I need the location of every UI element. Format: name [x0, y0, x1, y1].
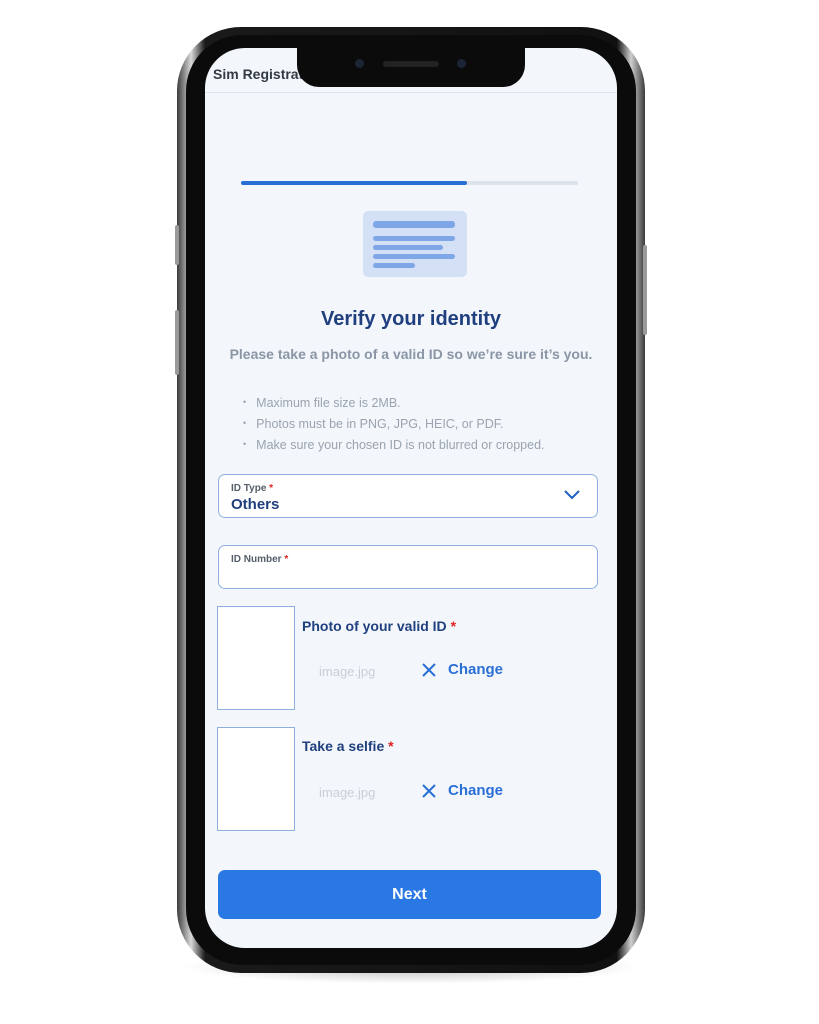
close-icon[interactable]	[421, 783, 437, 799]
requirement-item: Maximum file size is 2MB.	[243, 392, 545, 413]
id-photo-title: Photo of your valid ID	[302, 618, 447, 634]
id-card-icon	[363, 211, 467, 277]
app-title: Sim Registrat	[213, 66, 304, 82]
id-type-label: ID Type	[231, 483, 267, 494]
id-photo-filename: image.jpg	[319, 664, 376, 679]
page-subtitle: Please take a photo of a valid ID so we’…	[229, 346, 593, 362]
id-type-select[interactable]: ID Type * Others	[218, 474, 598, 518]
next-button[interactable]: Next	[218, 870, 601, 919]
progress-fill	[241, 181, 467, 185]
required-marker: *	[284, 554, 289, 565]
id-number-label: ID Number	[231, 554, 282, 565]
id-photo-thumbnail[interactable]	[217, 606, 295, 710]
id-number-field[interactable]: ID Number *	[218, 545, 598, 589]
volume-down-button	[175, 310, 179, 375]
requirement-item: Make sure your chosen ID is not blurred …	[243, 434, 544, 455]
header-divider	[205, 92, 617, 93]
progress-bar	[241, 181, 578, 185]
sensor-icon	[355, 59, 364, 68]
page-title: Verify your identity	[320, 308, 502, 330]
requirement-item: Photos must be in PNG, JPG, HEIC, or PDF…	[243, 413, 545, 434]
selfie-thumbnail[interactable]	[217, 727, 295, 831]
chevron-down-icon	[564, 490, 580, 500]
required-marker: *	[450, 618, 457, 634]
selfie-filename: image.jpg	[319, 785, 376, 800]
notch	[297, 48, 525, 87]
change-selfie-button[interactable]: Change	[448, 782, 503, 799]
close-icon[interactable]	[421, 662, 437, 678]
requirements-list: Maximum file size is 2MB. Photos must be…	[243, 392, 545, 455]
required-marker: *	[269, 483, 274, 494]
id-type-value: Others	[231, 496, 280, 513]
required-marker: *	[388, 738, 394, 754]
change-id-photo-button[interactable]: Change	[448, 661, 503, 678]
screen: Sim Registrat Verify your identity Pleas…	[205, 48, 617, 948]
speaker	[383, 61, 439, 67]
selfie-title: Take a selfie	[302, 738, 385, 754]
volume-up-button	[175, 225, 179, 265]
camera-icon	[457, 59, 466, 68]
power-button	[643, 245, 647, 335]
